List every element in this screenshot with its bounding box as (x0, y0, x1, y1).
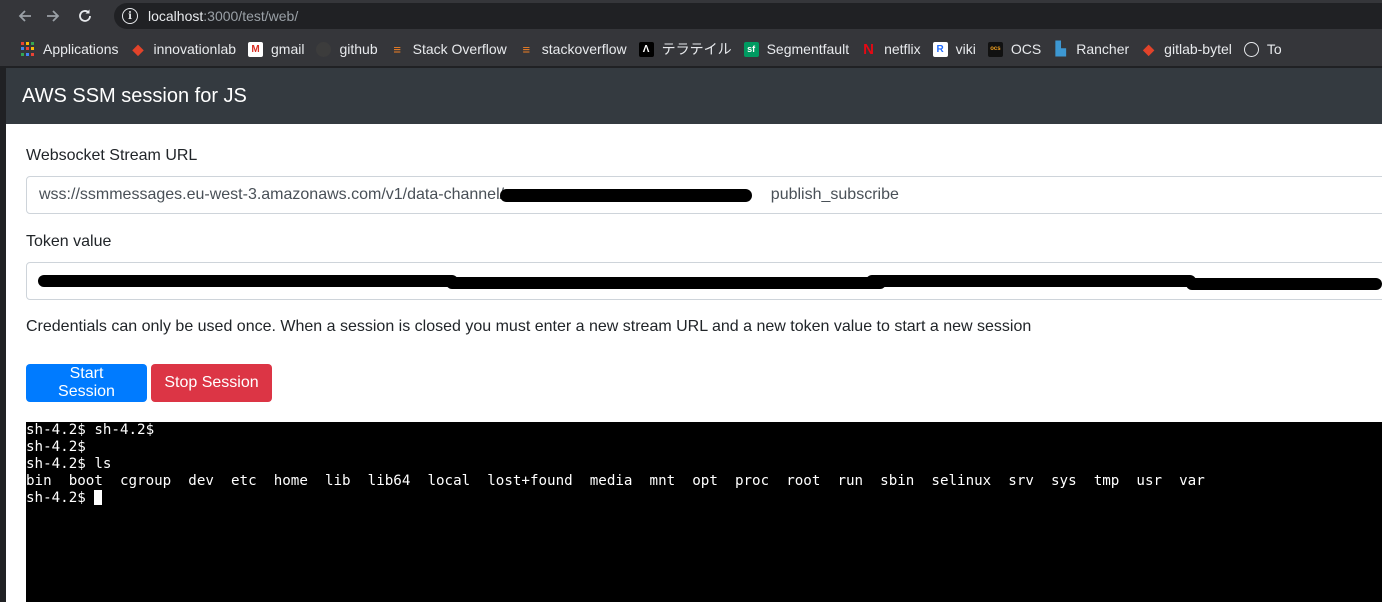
terminal-line: sh-4.2$ (26, 439, 86, 455)
bookmark-label: viki (955, 41, 976, 57)
stackoverflow-icon: ≡ (522, 41, 531, 57)
url-path: :3000/test/web/ (203, 8, 299, 24)
bookmark-label: netflix (884, 41, 921, 57)
app-title: AWS SSM session for JS (22, 85, 247, 107)
bookmark-label: テラテイル (661, 41, 732, 57)
terminal-line: sh-4.2$ sh-4.2$ (26, 422, 155, 438)
bookmark-label: Rancher (1076, 41, 1130, 57)
bookmark-gmail[interactable]: M gmail (248, 41, 304, 57)
terminal-prompt-line: sh-4.2$ (26, 490, 1382, 507)
redaction-mark (38, 275, 458, 287)
bookmark-applications[interactable]: Applications (20, 41, 119, 57)
teratail-icon: Λ (638, 41, 654, 57)
bookmark-stack-overflow[interactable]: ≡ Stack Overflow (390, 41, 507, 57)
bookmark-to[interactable]: To (1243, 41, 1282, 57)
bookmark-teratail[interactable]: Λ テラテイル (638, 39, 732, 59)
bookmark-stackoverflow[interactable]: ≡ stackoverflow (519, 41, 627, 57)
url-text[interactable]: localhost:3000/test/web/ (148, 8, 298, 24)
bookmark-netflix[interactable]: N netflix (861, 40, 921, 58)
bookmark-gitlab-bytel[interactable]: ◆ gitlab-bytel (1141, 40, 1232, 58)
stop-session-button[interactable]: Stop Session (151, 364, 272, 402)
bookmark-viki[interactable]: R viki (932, 41, 976, 57)
terminal-line: sh-4.2$ ls (26, 456, 112, 472)
credentials-note: Credentials can only be used once. When … (26, 318, 1032, 335)
netflix-icon: N (863, 40, 875, 58)
bookmark-label: OCS (1010, 41, 1042, 57)
bookmark-label: Segmentfault (766, 41, 850, 57)
redaction-mark (500, 189, 752, 202)
redaction-mark (866, 275, 1196, 287)
redaction-mark (1186, 278, 1382, 290)
viki-icon: R (932, 41, 948, 57)
terminal-cursor (94, 490, 103, 505)
bookmark-label: gmail (271, 41, 305, 57)
site-info-icon[interactable]: i (122, 8, 138, 24)
bookmark-label: innovationlab (153, 41, 237, 57)
back-arrow-icon[interactable] (14, 5, 36, 27)
bookmark-label: Stack Overflow (412, 41, 507, 57)
bookmark-github[interactable]: github (316, 41, 378, 57)
apps-grid-icon (20, 41, 35, 57)
terminal-line: bin boot cgroup dev etc home lib lib64 l… (26, 473, 1205, 489)
gitlab-icon: ◆ (1143, 40, 1155, 57)
browser-toolbar: i localhost:3000/test/web/ (0, 0, 1382, 32)
bookmark-ocs[interactable]: ocs OCS (987, 41, 1042, 57)
app-navbar: AWS SSM session for JS (6, 68, 1382, 124)
segmentfault-icon: sf (743, 41, 759, 57)
stream-url-label: Websocket Stream URL (26, 147, 198, 164)
bookmark-label: To (1266, 41, 1282, 57)
start-session-button[interactable]: Start Session (26, 364, 147, 402)
terminal[interactable]: sh-4.2$ sh-4.2$ sh-4.2$ sh-4.2$ ls bin b… (26, 422, 1382, 602)
reload-icon[interactable] (74, 5, 96, 27)
bookmark-label: github (339, 41, 378, 57)
forward-arrow-icon[interactable] (42, 5, 64, 27)
bookmark-label: stackoverflow (541, 41, 627, 57)
gmail-icon: M (248, 41, 264, 57)
bookmark-label: gitlab-bytel (1164, 41, 1232, 57)
bookmarks-bar: Applications ◆ innovationlab M gmail git… (0, 32, 1382, 66)
bookmark-segmentfault[interactable]: sf Segmentfault (743, 41, 850, 57)
github-icon (316, 41, 332, 57)
globe-icon (1243, 41, 1259, 57)
stackoverflow-icon: ≡ (393, 41, 401, 57)
address-bar[interactable]: i localhost:3000/test/web/ (114, 3, 1382, 29)
bookmark-rancher[interactable]: ▙ Rancher (1053, 41, 1129, 57)
rancher-icon: ▙ (1055, 41, 1066, 56)
token-label: Token value (26, 233, 112, 250)
redaction-mark (446, 277, 886, 289)
gitlab-icon: ◆ (132, 40, 144, 57)
bookmark-label: Applications (43, 41, 119, 57)
bookmark-innovationlab[interactable]: ◆ innovationlab (131, 40, 237, 58)
terminal-prompt: sh-4.2$ (26, 490, 95, 506)
url-host: localhost (148, 8, 204, 24)
page-content: AWS SSM session for JS Websocket Stream … (6, 68, 1382, 602)
ocs-icon: ocs (987, 41, 1003, 57)
